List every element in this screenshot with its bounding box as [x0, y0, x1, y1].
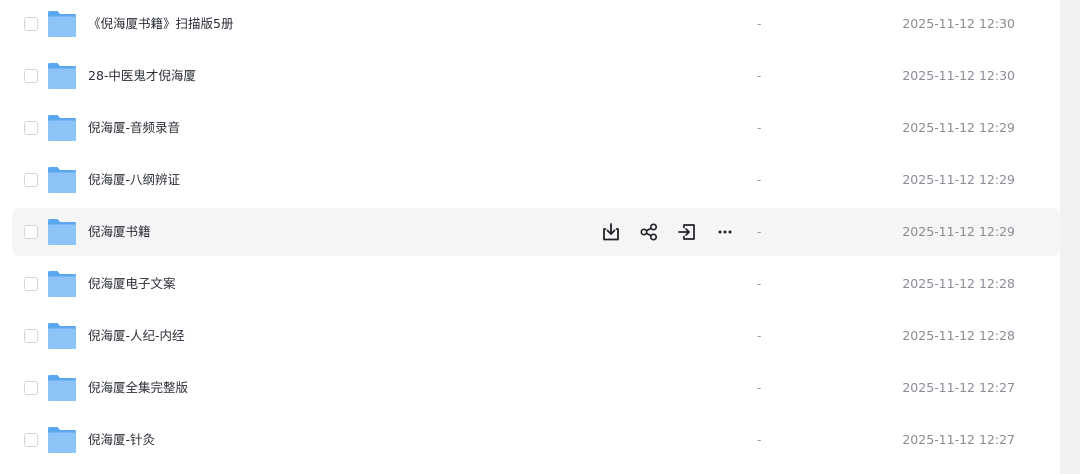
folder-icon	[48, 115, 76, 141]
folder-icon	[48, 375, 76, 401]
modified-time: 2025-11-12 12:29	[902, 120, 1015, 135]
file-row[interactable]: 倪海厦电子文案 - 2025-11-12 12:28	[12, 260, 1060, 308]
row-checkbox[interactable]	[24, 17, 38, 31]
file-row[interactable]: 28-中医鬼才倪海厦 - 2025-11-12 12:30	[12, 52, 1060, 100]
modified-time: 2025-11-12 12:27	[902, 432, 1015, 447]
row-checkbox[interactable]	[24, 277, 38, 291]
row-checkbox[interactable]	[24, 329, 38, 343]
file-size: -	[757, 381, 762, 395]
file-row-hovered[interactable]: 倪海厦书籍 - 2025-11-12 12:29	[12, 208, 1060, 256]
file-size: -	[757, 433, 762, 447]
row-checkbox[interactable]	[24, 69, 38, 83]
file-size: -	[757, 277, 762, 291]
download-icon[interactable]	[600, 221, 622, 243]
modified-time: 2025-11-12 12:30	[902, 68, 1015, 83]
file-row[interactable]: 倪海厦-八纲辨证 - 2025-11-12 12:29	[12, 156, 1060, 204]
modified-time: 2025-11-12 12:28	[902, 276, 1015, 291]
row-checkbox[interactable]	[24, 381, 38, 395]
file-row[interactable]: 倪海厦-人纪-内经 - 2025-11-12 12:28	[12, 312, 1060, 360]
file-size: -	[757, 225, 762, 239]
file-row[interactable]: 倪海厦全集完整版 - 2025-11-12 12:27	[12, 364, 1060, 412]
file-size: -	[757, 329, 762, 343]
file-size: -	[757, 17, 762, 31]
file-name[interactable]: 倪海厦全集完整版	[88, 364, 188, 412]
file-size: -	[757, 69, 762, 83]
share-icon[interactable]	[638, 221, 660, 243]
file-name[interactable]: 倪海厦-针灸	[88, 416, 155, 464]
modified-time: 2025-11-12 12:27	[902, 380, 1015, 395]
folder-icon	[48, 271, 76, 297]
folder-icon	[48, 219, 76, 245]
file-row[interactable]: 倪海厦-音频录音 - 2025-11-12 12:29	[12, 104, 1060, 152]
file-list: 《倪海厦书籍》扫描版5册 - 2025-11-12 12:30 28-中医鬼才倪…	[0, 0, 1060, 474]
file-name[interactable]: 倪海厦-音频录音	[88, 104, 180, 152]
file-row[interactable]: 倪海厦-针灸 - 2025-11-12 12:27	[12, 416, 1060, 464]
folder-icon	[48, 167, 76, 193]
scrollbar-track[interactable]	[1060, 0, 1080, 474]
modified-time: 2025-11-12 12:29	[902, 172, 1015, 187]
folder-icon	[48, 63, 76, 89]
file-row[interactable]: 《倪海厦书籍》扫描版5册 - 2025-11-12 12:30	[12, 0, 1060, 48]
row-checkbox[interactable]	[24, 225, 38, 239]
modified-time: 2025-11-12 12:30	[902, 16, 1015, 31]
row-checkbox[interactable]	[24, 121, 38, 135]
folder-icon	[48, 323, 76, 349]
file-name[interactable]: 倪海厦-八纲辨证	[88, 156, 180, 204]
modified-time: 2025-11-12 12:29	[902, 224, 1015, 239]
file-name[interactable]: 倪海厦-人纪-内经	[88, 312, 185, 360]
folder-icon	[48, 11, 76, 37]
move-icon[interactable]	[676, 221, 698, 243]
folder-icon	[48, 427, 76, 453]
file-size: -	[757, 173, 762, 187]
file-name[interactable]: 28-中医鬼才倪海厦	[88, 52, 196, 100]
file-name[interactable]: 倪海厦电子文案	[88, 260, 176, 308]
file-size: -	[757, 121, 762, 135]
file-name[interactable]: 倪海厦书籍	[88, 208, 151, 256]
file-name[interactable]: 《倪海厦书籍》扫描版5册	[88, 0, 233, 48]
row-checkbox[interactable]	[24, 173, 38, 187]
modified-time: 2025-11-12 12:28	[902, 328, 1015, 343]
more-icon[interactable]	[714, 221, 736, 243]
row-checkbox[interactable]	[24, 433, 38, 447]
